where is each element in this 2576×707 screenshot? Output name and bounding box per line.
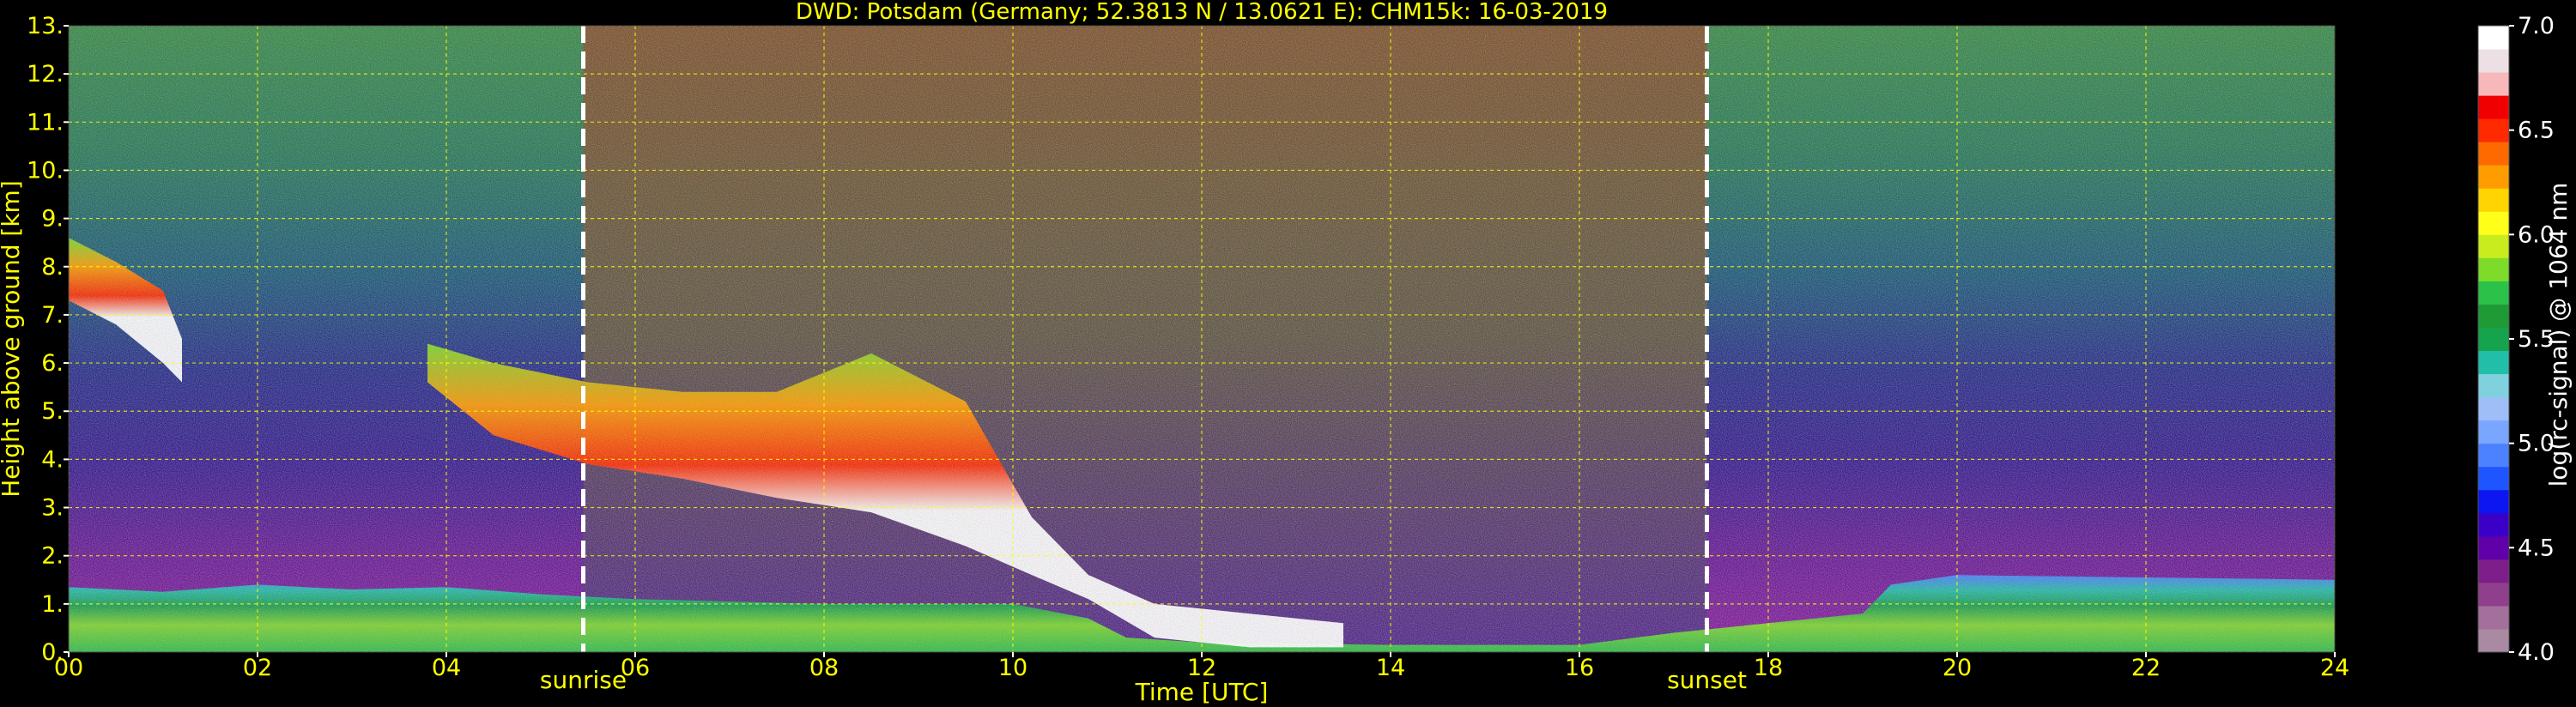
y-tick-label: 0. xyxy=(41,639,64,666)
colorbar-segment xyxy=(2478,26,2509,50)
colorbar-segment xyxy=(2478,350,2509,375)
colorbar-segment xyxy=(2478,281,2509,305)
colorbar xyxy=(2477,25,2510,653)
colorbar-segment xyxy=(2478,257,2509,281)
x-tick-label: 20 xyxy=(1943,655,1972,681)
colorbar-segment xyxy=(2478,118,2509,142)
y-tick-label: 8. xyxy=(41,254,64,281)
x-tick-label: 08 xyxy=(809,655,839,681)
colorbar-segment xyxy=(2478,165,2509,189)
y-tick-label: 9. xyxy=(41,206,64,233)
sunrise-label: sunrise xyxy=(540,666,627,694)
colorbar-segment xyxy=(2478,396,2509,421)
colorbar-segment xyxy=(2478,628,2509,653)
colorbar-segment xyxy=(2478,559,2509,583)
x-tick-label: 10 xyxy=(998,655,1027,681)
colorbar-segment xyxy=(2478,327,2509,352)
x-tick-label: 02 xyxy=(243,655,272,681)
x-tick-label: 24 xyxy=(2320,655,2349,681)
colorbar-segment xyxy=(2478,188,2509,212)
y-tick-label: 12. xyxy=(27,61,64,88)
colorbar-segment xyxy=(2478,373,2509,398)
noise-overlay xyxy=(69,26,2335,652)
colorbar-segment xyxy=(2478,49,2509,73)
chart-title: DWD: Potsdam (Germany; 52.3813 N / 13.06… xyxy=(796,0,1608,25)
colorbar-tick-label: 6.5 xyxy=(2518,118,2555,144)
colorbar-label: log(rc-signal) @ 1064 nm xyxy=(2544,183,2573,487)
y-tick-label: 13. xyxy=(27,13,64,39)
y-tick-label: 1. xyxy=(41,591,64,618)
y-tick-label: 5. xyxy=(41,398,64,425)
colorbar-segment xyxy=(2478,605,2509,630)
y-tick-label: 10. xyxy=(27,157,64,184)
sunset-label: sunset xyxy=(1667,666,1747,694)
colorbar-segment xyxy=(2478,582,2509,607)
colorbar-segment xyxy=(2478,466,2509,491)
y-tick-label: 6. xyxy=(41,350,64,377)
colorbar-segment xyxy=(2478,72,2509,96)
colorbar-segment xyxy=(2478,211,2509,235)
colorbar-segment xyxy=(2478,535,2509,560)
y-tick-label: 7. xyxy=(41,302,64,329)
x-tick-label: 16 xyxy=(1565,655,1594,681)
x-tick-label: 18 xyxy=(1754,655,1783,681)
y-tick-label: 4. xyxy=(41,446,64,473)
colorbar-segment xyxy=(2478,489,2509,514)
colorbar-segment xyxy=(2478,234,2509,258)
colorbar-segment xyxy=(2478,443,2509,468)
colorbar-tick-label: 4.5 xyxy=(2518,535,2555,561)
y-tick-label: 3. xyxy=(41,495,64,522)
colorbar-tick-label: 7.0 xyxy=(2518,13,2555,39)
x-axis-label: Time [UTC] xyxy=(1135,678,1269,706)
colorbar-tick-label: 4.0 xyxy=(2518,639,2555,666)
x-tick-label: 14 xyxy=(1376,655,1405,681)
y-tick-label: 2. xyxy=(41,543,64,570)
colorbar-segment xyxy=(2478,304,2509,328)
y-axis-label: Height above ground [km] xyxy=(0,180,25,498)
colorbar-segment xyxy=(2478,420,2509,444)
plot-area xyxy=(69,26,2335,652)
colorbar-segment xyxy=(2478,95,2509,119)
colorbar-segment xyxy=(2478,512,2509,537)
x-tick-label: 04 xyxy=(432,655,461,681)
ceilometer-chart: 00 02 04 06 08 10 12 14 16 18 20 22 24 0.1.2.3.4.5.6… xyxy=(0,0,2573,706)
colorbar-segment xyxy=(2478,142,2509,166)
x-tick-label: 22 xyxy=(2131,655,2161,681)
y-tick-label: 11. xyxy=(27,109,64,136)
